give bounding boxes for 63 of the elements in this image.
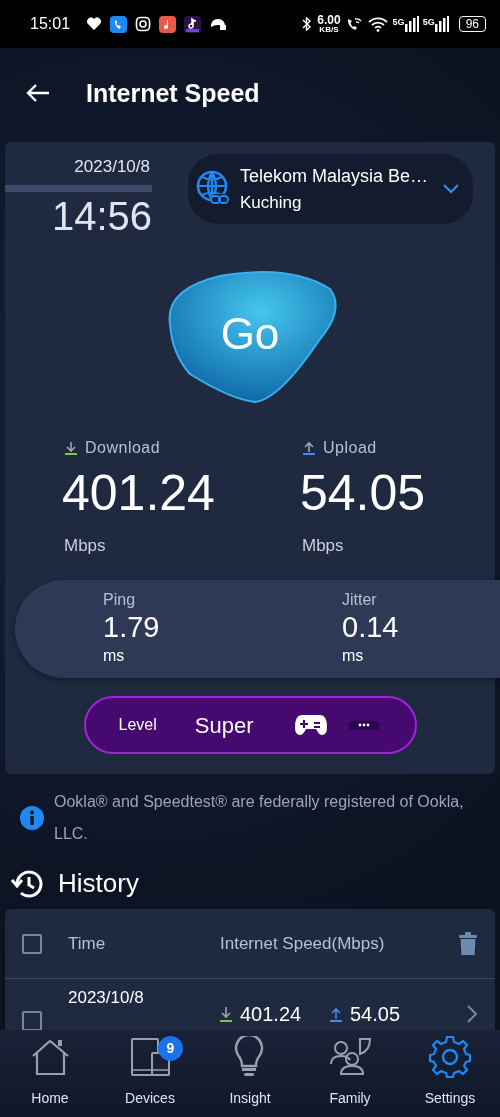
download-label: Download: [85, 437, 161, 458]
ping-unit: ms: [103, 645, 125, 666]
back-button[interactable]: [26, 83, 50, 103]
upload-arrow-icon: [303, 440, 315, 455]
jitter-label: Jitter: [342, 590, 377, 610]
signal-icon: [404, 16, 419, 32]
server-selector[interactable]: Telekom Malaysia Be… Kuching: [188, 154, 473, 224]
notice-text: Ookla® and Speedtest® are federally registered of Ookla, LLC.: [54, 792, 465, 844]
upload-value: 54.05: [350, 1002, 401, 1027]
download-arrow-icon: [65, 440, 77, 455]
chevron-down-icon: [443, 184, 459, 194]
ping-value: 1.79: [103, 612, 160, 644]
count-badge: 9: [158, 1036, 183, 1061]
nav-tab[interactable]: Home: [0, 1030, 100, 1117]
test-date: 2023/10/8: [73, 156, 151, 178]
speed-text: 6.00: [317, 14, 341, 26]
upload-unit: Mbps: [302, 534, 345, 557]
speed-unit-text: KB/S: [319, 26, 339, 34]
upload-label: Upload: [323, 437, 377, 458]
download-value: 401.24: [240, 1002, 302, 1027]
jitter-unit: ms: [342, 645, 364, 666]
server-name: Telekom Malaysia Be…: [240, 164, 429, 188]
clock-text: 15:01: [30, 14, 71, 34]
phone-icon: [110, 15, 128, 33]
download-arrow-icon: [220, 1006, 232, 1022]
wifi-icon: [366, 16, 389, 32]
heart-icon: [86, 16, 103, 32]
gamepad-icon: [294, 713, 329, 737]
back-arrow-icon: [26, 83, 50, 103]
nav-tab[interactable]: Insight: [200, 1030, 300, 1117]
page-title: Internet Speed: [86, 78, 260, 108]
download-unit: Mbps: [64, 534, 107, 557]
column-header: Internet Speed(Mbps): [220, 932, 385, 955]
delete-button[interactable]: [459, 931, 477, 956]
info-icon: [20, 806, 44, 830]
network-type-text: 5G: [392, 16, 405, 29]
nav-tab[interactable]: Settings: [400, 1030, 500, 1117]
battery-indicator: 96: [458, 16, 486, 32]
server-location: Kuching: [240, 191, 302, 214]
history-date: 2023/10/8: [68, 987, 145, 1009]
music-note-icon: [184, 15, 202, 33]
nav-tab[interactable]: Family: [300, 1030, 400, 1117]
chevron-right-icon: [467, 1005, 477, 1023]
column-header: Time: [68, 932, 107, 955]
ping-label: Ping: [103, 590, 136, 610]
camera-icon: [135, 16, 152, 32]
more-icon: [358, 723, 371, 727]
network-type-text: 5G: [422, 16, 435, 29]
select-all-checkbox[interactable]: [22, 933, 42, 954]
signal-icon: [434, 16, 449, 32]
upload-value: 54.05: [300, 465, 427, 521]
test-time: 14:56: [50, 195, 152, 236]
level-value: Super: [194, 711, 254, 740]
settings-icon: [428, 1036, 472, 1080]
trash-icon: [459, 931, 477, 956]
download-value: 401.24: [62, 465, 216, 521]
upload-arrow-icon: [330, 1006, 342, 1022]
jitter-value: 0.14: [342, 612, 399, 644]
nav-tab[interactable]: Devices 9: [100, 1030, 200, 1117]
more-button[interactable]: [348, 720, 381, 730]
level-label: Level: [118, 715, 157, 735]
history-title: History: [58, 867, 139, 900]
music-icon: [159, 15, 177, 33]
